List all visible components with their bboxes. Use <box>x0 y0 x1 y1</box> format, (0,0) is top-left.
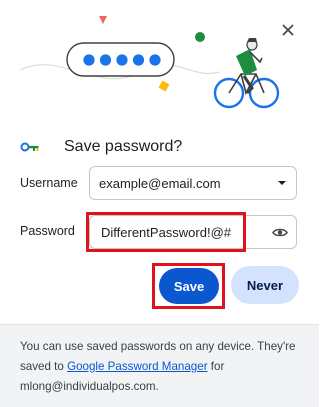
password-dot <box>99 54 112 66</box>
decorative-diamond <box>158 80 170 92</box>
username-field[interactable]: example@email.com <box>89 166 297 200</box>
never-button[interactable]: Never <box>231 266 299 304</box>
password-dot <box>116 54 128 66</box>
dropdown-arrow-icon[interactable] <box>268 166 296 200</box>
decorative-triangle <box>99 16 107 24</box>
key-icon <box>20 142 39 152</box>
password-value[interactable]: DifferentPassword!@# <box>90 225 264 240</box>
password-manager-link[interactable]: Google Password Manager <box>67 360 208 373</box>
username-value[interactable]: example@email.com <box>90 176 268 191</box>
password-dot <box>83 54 95 66</box>
password-dot <box>149 54 161 66</box>
dialog-title: Save password? <box>64 138 183 155</box>
close-icon <box>282 24 294 36</box>
password-field[interactable]: DifferentPassword!@# <box>89 215 297 249</box>
cyclist-figure <box>213 38 280 109</box>
close-button[interactable] <box>278 20 298 40</box>
decorative-dot <box>195 32 205 42</box>
save-button[interactable]: Save <box>159 268 219 304</box>
eye-icon[interactable] <box>264 215 296 249</box>
password-dot <box>132 54 145 66</box>
password-label: Password <box>20 224 75 238</box>
footer-info: You can use saved passwords on any devic… <box>0 324 319 407</box>
dialog-header: Save password? <box>20 136 182 158</box>
username-label: Username <box>20 176 78 190</box>
password-illustration <box>19 16 280 109</box>
